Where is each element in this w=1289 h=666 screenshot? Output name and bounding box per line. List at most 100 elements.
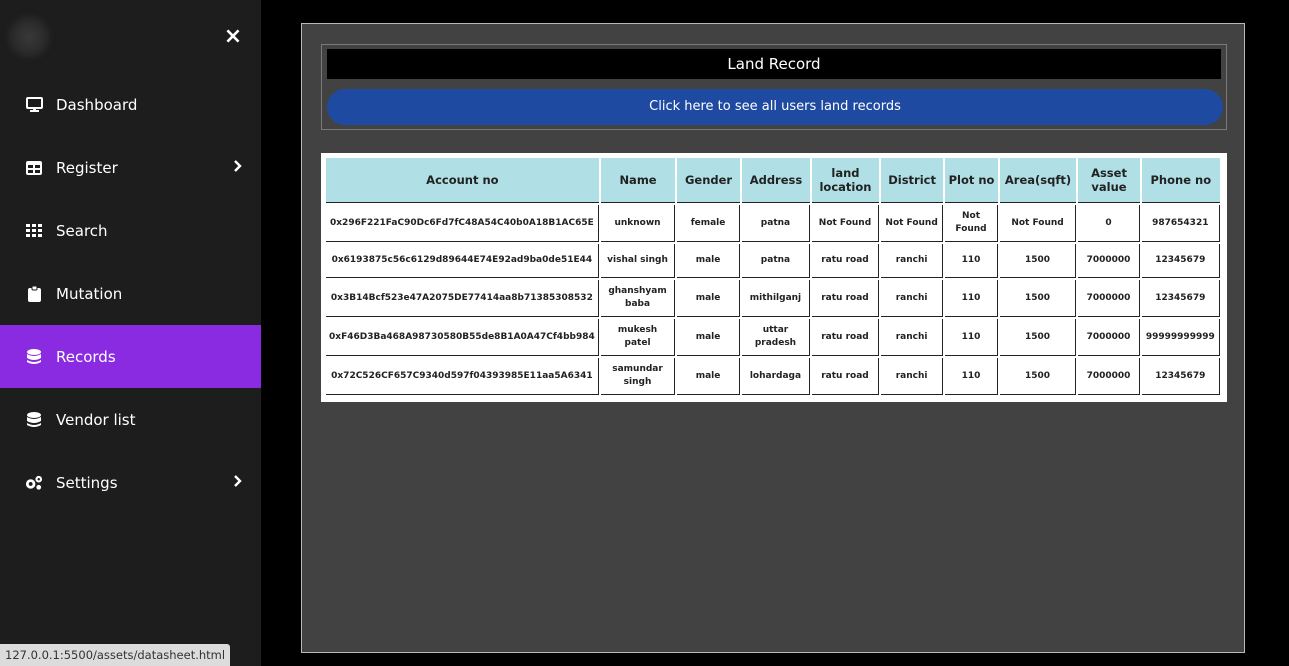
column-header: Address xyxy=(741,158,811,203)
table-cell: 0x3B14Bcf523e47A2075DE77414aa8b713853085… xyxy=(326,280,599,317)
table-cell: 110 xyxy=(945,280,998,317)
table-cell: lohardaga xyxy=(741,358,811,395)
main-area: Land Record Click here to see all users … xyxy=(262,0,1289,666)
table-cell: 0x72C526CF657C9340d597f04393985E11aa5A63… xyxy=(326,358,599,395)
sidebar-item-search[interactable]: Search xyxy=(0,199,261,262)
records-table: Account no Name Gender Address land loca… xyxy=(324,156,1222,397)
table-cell: 99999999999 xyxy=(1141,319,1220,356)
table-cell: Not Found xyxy=(880,205,944,242)
close-icon[interactable]: × xyxy=(222,25,244,49)
monitor-icon xyxy=(25,96,43,114)
table-cell: Not Found xyxy=(945,205,998,242)
sidebar-item-settings[interactable]: Settings xyxy=(0,451,261,514)
table-cell: samundar singh xyxy=(600,358,676,395)
table-cell: 987654321 xyxy=(1141,205,1220,242)
column-header: Plot no xyxy=(945,158,998,203)
table-cell: 1500 xyxy=(999,244,1077,278)
avatar xyxy=(8,16,50,58)
table-cell: mukesh patel xyxy=(600,319,676,356)
sidebar-item-label: Mutation xyxy=(56,284,123,303)
table-cell: 7000000 xyxy=(1078,358,1140,395)
table-cell: male xyxy=(677,244,740,278)
table-icon xyxy=(25,159,43,177)
column-header: District xyxy=(880,158,944,203)
table-cell: ranchi xyxy=(880,280,944,317)
table-header-row: Account no Name Gender Address land loca… xyxy=(326,158,1220,203)
see-all-records-button[interactable]: Click here to see all users land records xyxy=(327,89,1223,125)
table-cell: 0xF46D3Ba468A98730580B55de8B1A0A47Cf4bb9… xyxy=(326,319,599,356)
sidebar-item-vendor-list[interactable]: Vendor list xyxy=(0,388,261,451)
column-header: Account no xyxy=(326,158,599,203)
page-title: Land Record xyxy=(327,49,1221,79)
database-icon xyxy=(25,348,43,366)
chevron-right-icon xyxy=(233,158,243,172)
table-cell: male xyxy=(677,280,740,317)
sidebar-item-label: Search xyxy=(56,221,108,240)
table-cell: 110 xyxy=(945,244,998,278)
table-cell: 0x296F221FaC90Dc6Fd7fC48A54C40b0A18B1AC6… xyxy=(326,205,599,242)
table-cell: 7000000 xyxy=(1078,319,1140,356)
status-bar-url: 127.0.0.1:5500/assets/datasheet.html xyxy=(0,644,231,666)
column-header: Gender xyxy=(677,158,740,203)
table-row: 0x72C526CF657C9340d597f04393985E11aa5A63… xyxy=(326,358,1220,395)
gears-icon xyxy=(25,474,43,492)
table-cell: ratu road xyxy=(812,280,879,317)
sidebar-item-label: Register xyxy=(56,158,118,177)
sidebar-item-label: Dashboard xyxy=(56,95,138,114)
table-row: 0xF46D3Ba468A98730580B55de8B1A0A47Cf4bb9… xyxy=(326,319,1220,356)
table-cell: male xyxy=(677,358,740,395)
records-panel: Land Record Click here to see all users … xyxy=(301,23,1245,653)
table-cell: 0x6193875c56c6129d89644E74E92ad9ba0de51E… xyxy=(326,244,599,278)
sidebar-item-mutation[interactable]: Mutation xyxy=(0,262,261,325)
table-cell: 12345679 xyxy=(1141,280,1220,317)
sidebar-item-register[interactable]: Register xyxy=(0,136,261,199)
table-cell: 7000000 xyxy=(1078,280,1140,317)
chevron-right-icon xyxy=(233,473,243,487)
sidebar-item-label: Settings xyxy=(56,473,118,492)
table-cell: uttar pradesh xyxy=(741,319,811,356)
table-row: 0x296F221FaC90Dc6Fd7fC48A54C40b0A18B1AC6… xyxy=(326,205,1220,242)
table-cell: 12345679 xyxy=(1141,358,1220,395)
sidebar: × Dashboard Register Search Mutation Rec… xyxy=(0,0,261,666)
table-cell: 12345679 xyxy=(1141,244,1220,278)
table-cell: 110 xyxy=(945,358,998,395)
records-table-container: Account no Name Gender Address land loca… xyxy=(321,153,1227,402)
table-cell: ranchi xyxy=(880,244,944,278)
sidebar-item-label: Vendor list xyxy=(56,410,136,429)
database-icon xyxy=(25,411,43,429)
table-cell: ratu road xyxy=(812,319,879,356)
table-cell: ranchi xyxy=(880,319,944,356)
column-header: Phone no xyxy=(1141,158,1220,203)
table-cell: vishal singh xyxy=(600,244,676,278)
table-cell: ranchi xyxy=(880,358,944,395)
table-cell: 1500 xyxy=(999,319,1077,356)
table-cell: Not Found xyxy=(812,205,879,242)
records-header: Land Record Click here to see all users … xyxy=(321,44,1227,130)
column-header: land location xyxy=(812,158,879,203)
grid-icon xyxy=(25,222,43,240)
column-header: Area(sqft) xyxy=(999,158,1077,203)
table-cell: 0 xyxy=(1078,205,1140,242)
table-cell: Not Found xyxy=(999,205,1077,242)
table-cell: patna xyxy=(741,244,811,278)
table-row: 0x3B14Bcf523e47A2075DE77414aa8b713853085… xyxy=(326,280,1220,317)
table-cell: 7000000 xyxy=(1078,244,1140,278)
table-cell: 1500 xyxy=(999,358,1077,395)
sidebar-item-records[interactable]: Records xyxy=(0,325,261,388)
table-cell: ratu road xyxy=(812,244,879,278)
column-header: Asset value xyxy=(1078,158,1140,203)
table-cell: unknown xyxy=(600,205,676,242)
table-cell: mithilganj xyxy=(741,280,811,317)
table-cell: male xyxy=(677,319,740,356)
table-cell: 110 xyxy=(945,319,998,356)
table-cell: ghanshyam baba xyxy=(600,280,676,317)
table-cell: female xyxy=(677,205,740,242)
table-row: 0x6193875c56c6129d89644E74E92ad9ba0de51E… xyxy=(326,244,1220,278)
table-cell: 1500 xyxy=(999,280,1077,317)
sidebar-item-dashboard[interactable]: Dashboard xyxy=(0,73,261,136)
table-cell: patna xyxy=(741,205,811,242)
table-cell: ratu road xyxy=(812,358,879,395)
sidebar-item-label: Records xyxy=(56,347,116,366)
column-header: Name xyxy=(600,158,676,203)
clipboard-icon xyxy=(25,285,43,303)
